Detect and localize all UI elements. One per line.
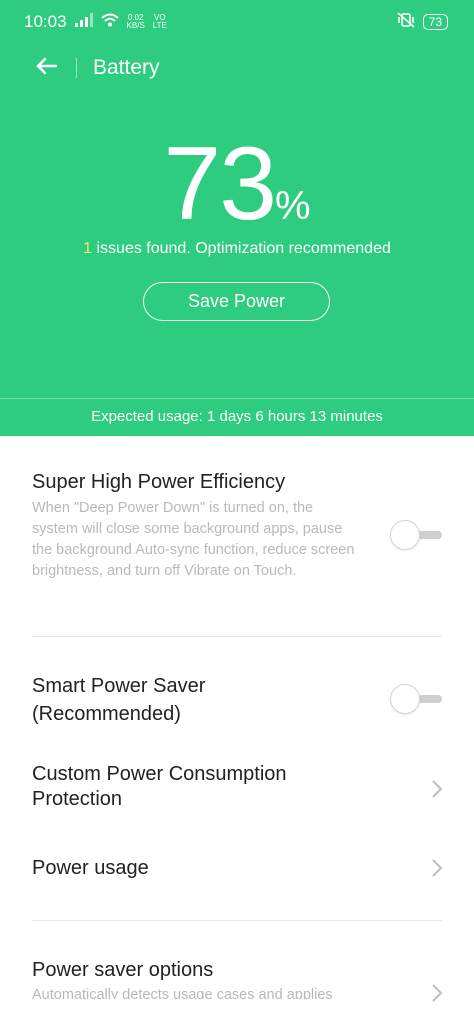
custom-power-protection-title-line1: Custom Power Consumption bbox=[32, 763, 287, 785]
battery-percentage-symbol: % bbox=[275, 184, 311, 228]
status-time: 10:03 bbox=[24, 12, 67, 31]
network-speed: 0.02 KB/S bbox=[127, 14, 145, 30]
super-high-efficiency-item[interactable]: Super High Power Efficiency When "Deep P… bbox=[0, 436, 474, 636]
title-bar: Battery bbox=[0, 46, 474, 90]
network-speed-unit: KB/S bbox=[126, 21, 145, 30]
smart-power-saver-title-line1: Smart Power Saver bbox=[32, 675, 206, 697]
custom-power-protection-title-line2: Protection bbox=[32, 788, 123, 810]
chevron-right-icon bbox=[430, 857, 444, 879]
toggle-knob bbox=[390, 684, 420, 714]
vibrate-icon bbox=[397, 11, 415, 33]
power-saver-options-title: Power saver options bbox=[32, 959, 214, 981]
power-usage-title: Power usage bbox=[32, 857, 149, 879]
section-divider bbox=[32, 636, 442, 637]
wifi-icon bbox=[100, 13, 119, 32]
smart-power-saver-item[interactable]: Smart Power Saver (Recommended) bbox=[0, 666, 474, 736]
custom-power-protection-item[interactable]: Custom Power Consumption Protection bbox=[0, 758, 474, 822]
toggle-knob bbox=[390, 520, 420, 550]
custom-power-protection-title: Custom Power Consumption Protection bbox=[32, 762, 287, 812]
battery-status-icon: 73 bbox=[422, 14, 448, 30]
back-button[interactable] bbox=[20, 46, 72, 90]
status-right: 73 bbox=[397, 11, 448, 33]
usage-divider bbox=[0, 398, 474, 399]
chevron-right-icon bbox=[430, 778, 444, 800]
expected-usage: Expected usage: 1 days 6 hours 13 minute… bbox=[91, 408, 383, 425]
battery-percentage: 73% bbox=[0, 132, 474, 236]
super-high-efficiency-description: When "Deep Power Down" is turned on, the… bbox=[32, 500, 355, 579]
power-saver-options-description: Automatically detects usage cases and ap… bbox=[32, 987, 333, 999]
section-divider bbox=[32, 920, 442, 921]
page-title: Battery bbox=[93, 56, 160, 79]
issues-summary: 1 issues found. Optimization recommended bbox=[0, 240, 474, 258]
super-high-efficiency-toggle[interactable] bbox=[390, 520, 442, 550]
arrow-left-icon bbox=[35, 57, 58, 80]
network-type-bottom: LTE bbox=[152, 21, 167, 30]
power-saver-options-item[interactable]: Power saver options Automatically detect… bbox=[0, 952, 474, 1026]
save-power-button[interactable]: Save Power bbox=[143, 282, 330, 321]
status-bar: 10:03 0.02 KB/S VO LTE 73 bbox=[0, 0, 474, 44]
chevron-right-icon bbox=[430, 982, 444, 1004]
signal-icon bbox=[74, 12, 93, 32]
title-separator bbox=[76, 58, 77, 78]
smart-power-saver-toggle[interactable] bbox=[390, 684, 442, 714]
power-usage-item[interactable]: Power usage bbox=[0, 846, 474, 896]
smart-power-saver-title: Smart Power Saver (Recommended) bbox=[32, 672, 205, 728]
super-high-efficiency-title: Super High Power Efficiency bbox=[32, 471, 286, 493]
status-left: 10:03 0.02 KB/S VO LTE bbox=[24, 12, 167, 32]
network-type: VO LTE bbox=[153, 14, 167, 30]
issues-count: 1 bbox=[83, 240, 93, 257]
smart-power-saver-title-line2: (Recommended) bbox=[32, 703, 181, 725]
battery-percentage-value: 73 bbox=[163, 126, 277, 242]
battery-header-panel: 10:03 0.02 KB/S VO LTE 73 Battery 73% 1 … bbox=[0, 0, 474, 436]
issues-text: issues found. Optimization recommended bbox=[92, 240, 391, 257]
